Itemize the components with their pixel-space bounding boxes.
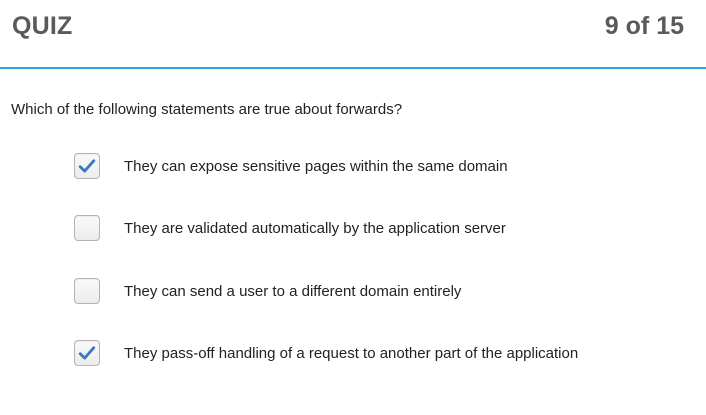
answer-option-4[interactable]: They pass-off handling of a request to a…: [74, 339, 694, 367]
answer-checkbox-4[interactable]: [74, 340, 100, 366]
header-divider: [0, 67, 706, 69]
quiz-header: QUIZ 9 of 15: [0, 0, 706, 68]
question-text: Which of the following statements are tr…: [11, 101, 403, 118]
answer-option-1[interactable]: They can expose sensitive pages within t…: [74, 152, 694, 180]
answer-checkbox-1[interactable]: [74, 153, 100, 179]
answer-label-4: They pass-off handling of a request to a…: [124, 344, 579, 362]
answer-option-2[interactable]: They are validated automatically by the …: [74, 214, 694, 242]
answer-label-1: They can expose sensitive pages within t…: [124, 157, 508, 175]
answer-option-3[interactable]: They can send a user to a different doma…: [74, 277, 694, 305]
answer-label-2: They are validated automatically by the …: [124, 219, 506, 237]
checkmark-icon: [78, 346, 96, 360]
quiz-title: QUIZ: [12, 12, 73, 40]
answer-options: They can expose sensitive pages within t…: [74, 152, 694, 401]
quiz-page: QUIZ 9 of 15 Which of the following stat…: [0, 0, 706, 415]
checkmark-icon: [78, 159, 96, 173]
answer-label-3: They can send a user to a different doma…: [124, 282, 462, 300]
answer-checkbox-3[interactable]: [74, 278, 100, 304]
question-progress: 9 of 15: [604, 12, 684, 40]
answer-checkbox-2[interactable]: [74, 215, 100, 241]
